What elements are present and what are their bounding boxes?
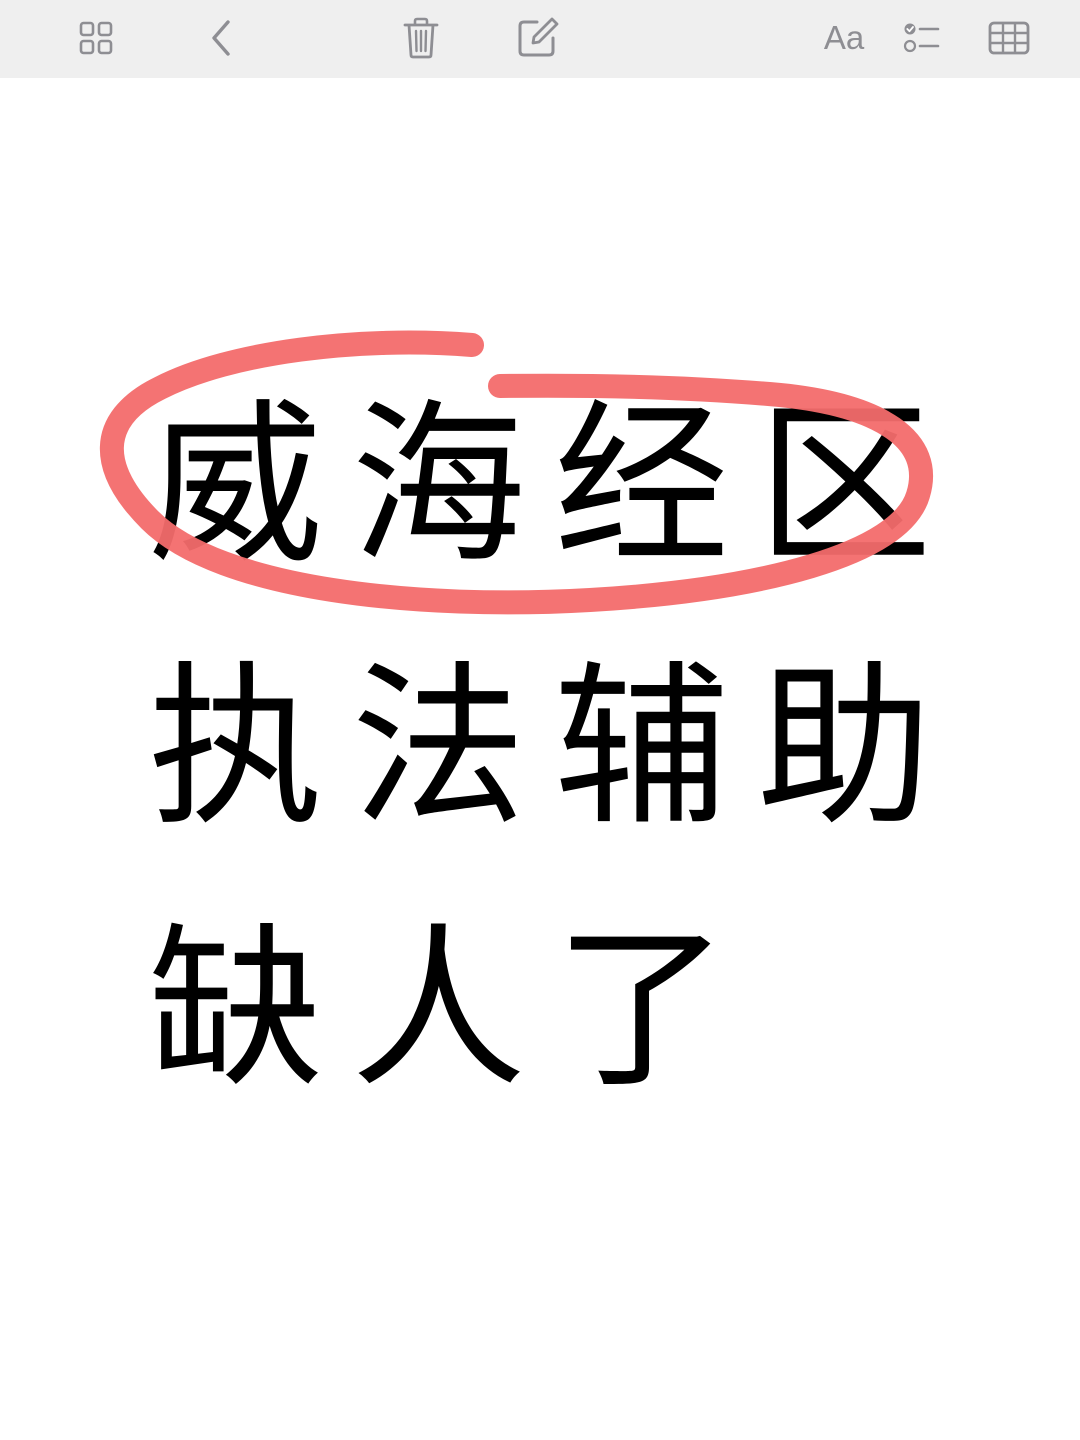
top-toolbar: Aa <box>0 0 1080 78</box>
table-icon <box>988 21 1030 55</box>
checklist-icon <box>903 23 940 53</box>
delete-button[interactable] <box>396 12 446 64</box>
table-button[interactable] <box>984 12 1034 64</box>
note-body[interactable]: 威海经区 执法辅助 缺人了 <box>0 78 1080 1440</box>
text-format-icon: Aa <box>823 19 865 56</box>
note-line-1: 威海经区 <box>148 385 960 588</box>
compose-icon <box>518 17 559 57</box>
note-line-2: 执法辅助 <box>148 647 960 850</box>
trash-icon <box>403 17 439 59</box>
gallery-grid-icon <box>79 21 113 55</box>
compose-button[interactable] <box>510 12 564 64</box>
format-button[interactable]: Aa <box>816 12 872 64</box>
note-text[interactable]: 威海经区 执法辅助 缺人了 <box>148 356 948 1142</box>
gallery-view-button[interactable] <box>70 12 122 64</box>
chevron-left-icon <box>212 20 230 56</box>
note-line-3: 缺人了 <box>148 909 757 1112</box>
back-button[interactable] <box>196 12 246 64</box>
checklist-button[interactable] <box>900 12 944 64</box>
